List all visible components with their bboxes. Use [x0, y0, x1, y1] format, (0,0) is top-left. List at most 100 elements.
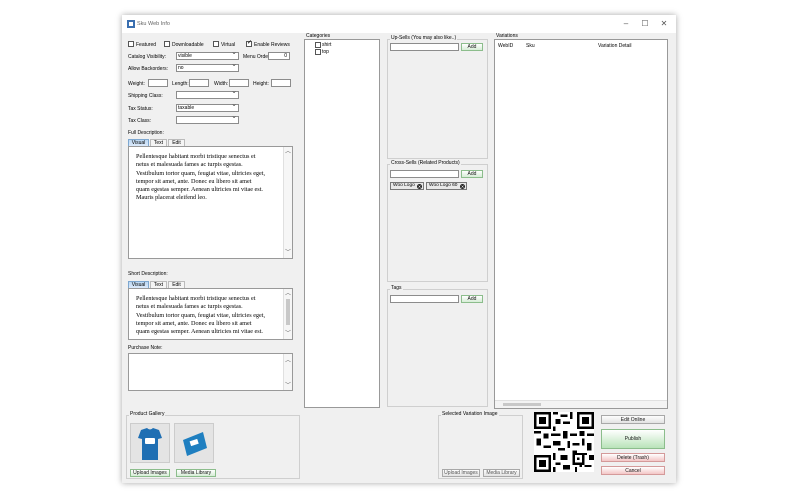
short-description-editor[interactable]: Pellentesque habitant morbi tristique se… [128, 288, 293, 340]
short-desc-scrollbar[interactable]: ︿ ﹀ [283, 289, 292, 339]
full-description-label: Full Description: [128, 130, 164, 136]
product-gallery-title: Product Gallery [129, 411, 166, 417]
full-desc-line: Vestibulum tortor quam, feugiat vitae, u… [136, 169, 266, 177]
scroll-down-icon[interactable]: ﹀ [284, 249, 292, 257]
gallery-media-library-button[interactable]: Media Library [176, 469, 216, 477]
shipping-class-label: Shipping Class: [128, 93, 163, 99]
app-icon [127, 20, 135, 28]
maximize-button[interactable]: ☐ [635, 17, 655, 31]
full-description-editor[interactable]: Pellentesque habitant morbi tristique se… [128, 146, 293, 259]
downloadable-checkbox[interactable] [164, 41, 170, 47]
short-desc-line: Vestibulum tortor quam, feugiat vitae, u… [136, 311, 266, 319]
enable-reviews-label: Enable Reviews [254, 42, 290, 48]
upsells-add-button[interactable]: Add [461, 43, 483, 51]
virtual-checkbox[interactable] [213, 41, 219, 47]
crosssell-tag-label: Woo Logo [393, 183, 415, 188]
category-checkbox-top[interactable] [315, 49, 321, 55]
tags-add-button[interactable]: Add [461, 295, 483, 303]
full-desc-tab-visual[interactable]: Visual [128, 139, 149, 146]
remove-tag-icon[interactable]: ✕ [417, 183, 422, 189]
variations-column-header[interactable]: WebID [498, 43, 513, 49]
full-desc-line: Pellentesque habitant morbi tristique se… [136, 153, 256, 160]
crosssells-title: Cross-Sells (Related Products) [390, 160, 461, 166]
tags-input[interactable] [390, 295, 459, 303]
height-label: Height: [253, 81, 269, 87]
gallery-image[interactable] [174, 423, 214, 463]
menu-order-label: Menu Order: [243, 54, 272, 60]
weight-input[interactable] [148, 79, 168, 87]
tax-class-select[interactable] [176, 114, 239, 124]
variations-table: WebID Sku Variation Detail [494, 39, 668, 409]
delete-trash-button[interactable]: Delete (Trash) [601, 453, 665, 462]
scroll-up-icon[interactable]: ︿ [284, 355, 292, 364]
catalog-visibility-select[interactable]: visible [176, 50, 239, 60]
full-desc-tab-edit[interactable]: Edit [168, 139, 185, 146]
purchase-note-input[interactable]: ︿ ﹀ [128, 353, 293, 391]
variation-upload-button[interactable]: Upload Images [442, 469, 480, 477]
hscroll-thumb[interactable] [503, 403, 541, 406]
scroll-thumb[interactable] [286, 299, 290, 325]
tax-status-label: Tax Status: [128, 106, 153, 112]
short-desc-tab-edit[interactable]: Edit [168, 281, 185, 288]
full-desc-line: netus et malesuada fames ac turpis egest… [136, 161, 243, 169]
categories-list: shirt top [304, 39, 380, 408]
category-label-top: top [322, 49, 329, 55]
catalog-visibility-label: Catalog Visibility: [128, 54, 166, 60]
purchase-note-scrollbar[interactable]: ︿ ﹀ [283, 354, 292, 390]
allow-backorders-select[interactable]: no [176, 62, 239, 72]
crosssells-input[interactable] [390, 170, 459, 178]
featured-checkbox[interactable] [128, 41, 134, 47]
height-input[interactable] [271, 79, 291, 87]
minimize-button[interactable]: – [616, 17, 636, 31]
main-window: Sku Web Info – ☐ ✕ Featured Downloadable… [122, 15, 676, 483]
variation-image-title: Selected Variation Image [441, 411, 499, 417]
short-description-label: Short Description: [128, 271, 168, 277]
crosssells-group: Cross-Sells (Related Products) Add Woo L… [387, 160, 488, 282]
enable-reviews-checkbox[interactable] [246, 39, 252, 47]
full-desc-line: Mauris placerat eleifend leo. [136, 194, 207, 202]
category-checkbox-shirt[interactable] [315, 42, 321, 48]
scroll-up-icon[interactable]: ︿ [284, 148, 292, 156]
variation-media-library-button[interactable]: Media Library [483, 469, 520, 477]
upsells-input[interactable] [390, 43, 459, 51]
gallery-image[interactable] [130, 423, 170, 463]
short-desc-line: tempor sit amet, ante. Donec eu libero s… [136, 319, 252, 327]
category-label-shirt: shirt [322, 42, 332, 48]
scroll-up-icon[interactable]: ︿ [284, 290, 292, 298]
short-desc-tab-text[interactable]: Text [150, 281, 167, 288]
tax-class-label: Tax Class: [128, 118, 152, 124]
short-desc-tab-visual[interactable]: Visual [128, 281, 149, 288]
scroll-down-icon[interactable]: ﹀ [284, 380, 292, 389]
short-desc-line: quam egestas semper. Aenean ultricies mi… [136, 328, 263, 336]
crosssell-tag[interactable]: Woo Logo ✕ [390, 182, 424, 190]
publish-button[interactable]: Publish [601, 429, 665, 449]
variations-column-header[interactable]: Sku [526, 43, 535, 49]
full-desc-tab-text[interactable]: Text [150, 139, 167, 146]
length-input[interactable] [189, 79, 209, 87]
crosssell-tag[interactable]: Woo Logo 60 ✕ [426, 182, 467, 190]
tags-title: Tags [390, 285, 403, 291]
upsells-title: Up-Sells (You may also like..) [390, 35, 458, 41]
crosssells-add-button[interactable]: Add [461, 170, 483, 178]
poster-image-icon [175, 424, 213, 462]
cancel-button[interactable]: Cancel [601, 466, 665, 475]
scroll-down-icon[interactable]: ﹀ [284, 330, 292, 338]
width-input[interactable] [229, 79, 249, 87]
title-bar: Sku Web Info – ☐ ✕ [122, 15, 676, 33]
remove-tag-icon[interactable]: ✕ [460, 183, 465, 189]
full-desc-line: tempor sit amet, ante. Donec eu libero s… [136, 177, 252, 185]
variation-image-group: Selected Variation Image Upload Images M… [438, 411, 523, 479]
variations-column-header[interactable]: Variation Detail [598, 43, 632, 49]
edit-online-button[interactable]: Edit Online [601, 415, 665, 424]
width-label: Width: [214, 81, 229, 87]
allow-backorders-label: Allow Backorders: [128, 66, 169, 72]
close-button[interactable]: ✕ [654, 17, 674, 31]
gallery-upload-button[interactable]: Upload Images [130, 469, 170, 477]
variations-hscrollbar[interactable] [495, 400, 667, 408]
window-title: Sku Web Info [137, 21, 170, 27]
shipping-class-select[interactable] [176, 89, 239, 99]
full-desc-scrollbar[interactable]: ︿ ﹀ [283, 147, 292, 258]
virtual-label: Virtual [221, 42, 236, 48]
menu-order-input[interactable]: 0 [268, 52, 290, 60]
tax-status-select[interactable]: taxable [176, 102, 239, 112]
